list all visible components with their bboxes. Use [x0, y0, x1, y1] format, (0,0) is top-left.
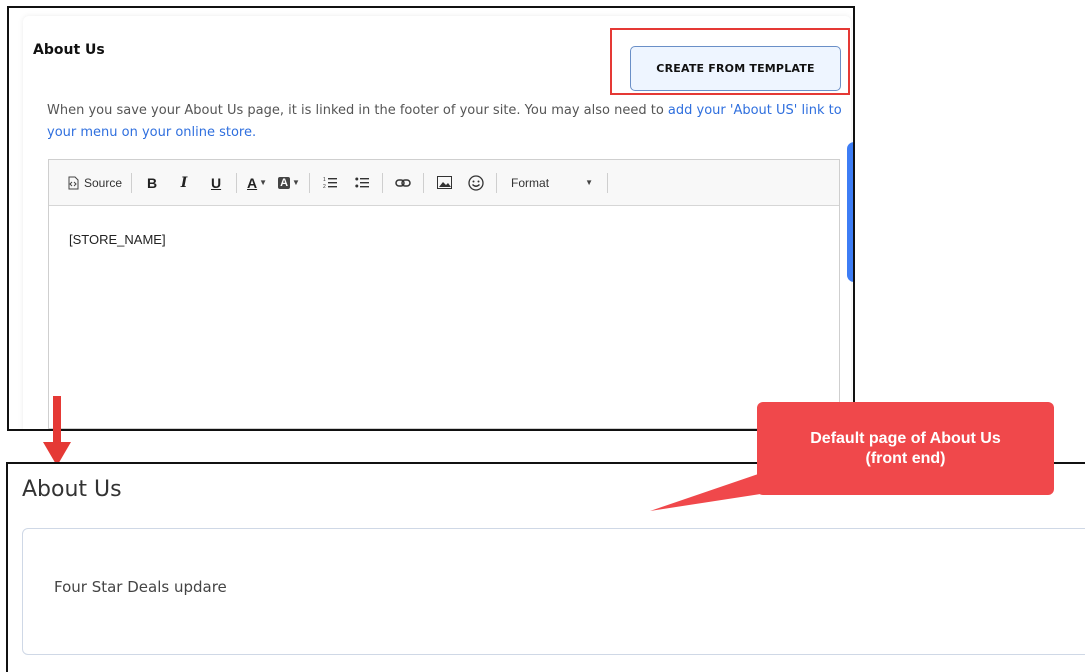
- side-tab-handle[interactable]: [847, 142, 853, 282]
- image-button[interactable]: [430, 171, 458, 195]
- caret-down-icon: ▼: [292, 178, 300, 187]
- source-icon: [68, 176, 79, 189]
- link-button[interactable]: [389, 171, 417, 195]
- text-color-button[interactable]: A ▼: [243, 171, 271, 195]
- source-label: Source: [84, 175, 123, 190]
- editor-toolbar: Source B I U A ▼ A ▼ 1 2 Format ▼: [49, 160, 839, 206]
- format-label: Format: [511, 175, 550, 190]
- rich-text-editor: Source B I U A ▼ A ▼ 1 2 Format ▼ [STORE…: [48, 159, 840, 429]
- numbered-list-icon: 1 2: [323, 177, 338, 190]
- create-from-template-button[interactable]: CREATE FROM TEMPLATE: [630, 46, 841, 91]
- smiley-icon: [468, 174, 484, 191]
- bold-button[interactable]: B: [138, 171, 166, 195]
- admin-page-title: About Us: [33, 42, 105, 58]
- source-button[interactable]: Source: [63, 171, 125, 195]
- callout-annotation: Default page of About Us (front end): [757, 402, 1054, 495]
- editor-content[interactable]: [STORE_NAME]: [49, 206, 839, 273]
- admin-panel: About Us CREATE FROM TEMPLATE When you s…: [7, 6, 855, 431]
- format-dropdown[interactable]: Format ▼: [503, 171, 601, 195]
- bg-color-glyph: A: [278, 176, 291, 189]
- front-content-text: Four Star Deals updare: [54, 578, 227, 596]
- svg-text:2: 2: [323, 184, 326, 190]
- admin-description: When you save your About Us page, it is …: [47, 100, 847, 144]
- bullet-list-icon: [355, 177, 370, 187]
- svg-text:1: 1: [323, 177, 326, 183]
- emoji-button[interactable]: [462, 171, 490, 195]
- background-color-button[interactable]: A ▼: [275, 171, 303, 195]
- link-icon: [395, 178, 411, 187]
- numbered-list-button[interactable]: 1 2: [316, 171, 344, 195]
- text-color-glyph: A: [247, 174, 258, 191]
- italic-button[interactable]: I: [170, 171, 198, 195]
- description-text: When you save your About Us page, it is …: [47, 103, 668, 118]
- bullet-list-button[interactable]: [348, 171, 376, 195]
- caret-down-icon: ▼: [585, 178, 594, 187]
- underline-button[interactable]: U: [202, 171, 230, 195]
- caret-down-icon: ▼: [259, 178, 268, 187]
- image-icon: [436, 176, 452, 189]
- arrow-annotation: [53, 396, 61, 444]
- front-page-title: About Us: [22, 477, 122, 502]
